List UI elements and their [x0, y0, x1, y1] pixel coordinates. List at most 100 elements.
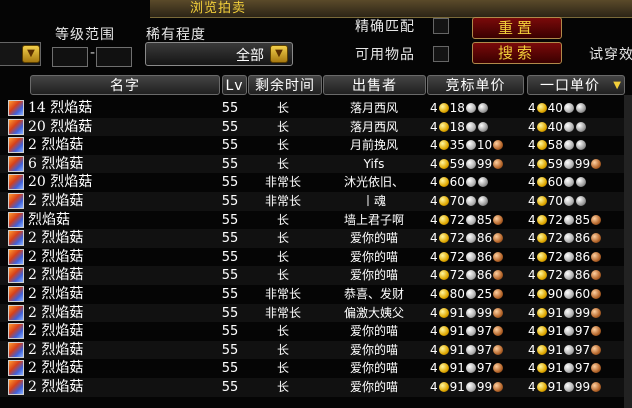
table-row[interactable]: 20 烈焰菇 55 长 落月西风 4 18 4 40: [0, 117, 632, 137]
time-left: 长: [276, 101, 289, 115]
seller-name: 爱你的喵: [349, 249, 398, 264]
item-name[interactable]: 2 烈焰菇: [28, 285, 83, 304]
fire-mushroom-icon[interactable]: [8, 286, 24, 302]
gold-coin-icon: [438, 158, 449, 169]
fire-mushroom-icon[interactable]: [8, 230, 24, 247]
time-left: 长: [276, 380, 289, 394]
chevron-down-icon[interactable]: ▼: [270, 45, 288, 63]
item-name[interactable]: 烈焰菇: [28, 211, 70, 230]
chevron-down-icon[interactable]: ▼: [22, 45, 40, 63]
copper-amount: 97: [574, 342, 591, 357]
fire-mushroom-icon[interactable]: [8, 174, 24, 191]
table-row[interactable]: 2 烈焰菇 55 长 爱你的喵 4 72 86 4 72 86: [0, 248, 632, 267]
item-name[interactable]: 2 烈焰菇: [28, 229, 83, 248]
table-row[interactable]: 2 烈焰菇 55 长 爱你的喵 4 72 86 4 72 86: [0, 266, 632, 285]
item-name[interactable]: 2 烈焰菇: [28, 192, 83, 211]
usable-items-checkbox[interactable]: [433, 46, 449, 62]
column-header-time[interactable]: 剩余时间: [248, 75, 322, 95]
table-row[interactable]: 2 烈焰菇 55 非常长 恭喜、发财 4 80 25 4 90 60: [0, 285, 632, 304]
item-name[interactable]: 2 烈焰菇: [28, 378, 83, 397]
item-name[interactable]: 6 烈焰菇: [28, 155, 83, 174]
column-header-bid[interactable]: 竞标单价: [427, 75, 524, 95]
min-level-input[interactable]: [52, 47, 88, 67]
gold-amount: 4: [430, 138, 438, 153]
fire-mushroom-icon[interactable]: [8, 248, 24, 265]
item-level: 55: [221, 342, 239, 358]
rarity-dropdown[interactable]: 全部 ▼: [145, 42, 293, 66]
copper-coin-icon: [591, 251, 602, 262]
left-dropdown[interactable]: ▼: [0, 42, 41, 66]
reset-button[interactable]: 重置: [472, 17, 562, 39]
item-name[interactable]: 14 烈焰菇: [28, 99, 92, 118]
item-name[interactable]: 2 烈焰菇: [28, 248, 83, 267]
item-name[interactable]: 2 烈焰菇: [28, 266, 83, 285]
silver-amount: 72: [449, 231, 465, 246]
gold-amount: 4: [430, 119, 438, 134]
silver-amount: 18: [449, 119, 465, 134]
table-row[interactable]: 6 烈焰菇 55 长 Yifs 4 59 99 4 59 99: [0, 154, 632, 174]
column-header-seller[interactable]: 出售者: [323, 75, 426, 95]
item-name[interactable]: 2 烈焰菇: [28, 341, 83, 360]
item-level: 55: [221, 194, 239, 209]
item-level: 55: [221, 101, 239, 116]
copper-coin-icon: [591, 382, 602, 392]
exact-match-checkbox[interactable]: [433, 18, 449, 34]
column-header-name[interactable]: 名字: [30, 75, 220, 95]
fire-mushroom-icon[interactable]: [8, 193, 24, 209]
item-name[interactable]: 2 烈焰菇: [28, 322, 83, 341]
table-row[interactable]: 烈焰菇 55 长 墙上君子啊 4 72 85 4 72 85: [0, 211, 632, 230]
time-left: 非常长: [264, 305, 301, 320]
table-row[interactable]: 2 烈焰菇 55 长 月前挽风 4 35 10 4 58: [0, 136, 632, 155]
time-left: 非常长: [264, 194, 301, 208]
gold-amount: 4: [430, 231, 438, 246]
item-name[interactable]: 20 烈焰菇: [28, 118, 92, 137]
fire-mushroom-icon[interactable]: [8, 100, 24, 116]
column-header-lv[interactable]: Lv: [222, 75, 247, 95]
item-name[interactable]: 20 烈焰菇: [28, 173, 92, 192]
scrollbar[interactable]: [624, 95, 632, 408]
gold-coin-icon: [438, 307, 449, 318]
gold-coin-icon: [438, 270, 449, 281]
gold-coin-icon: [536, 326, 547, 337]
search-button[interactable]: 搜索: [472, 42, 562, 64]
bid-price: 4 91 97: [430, 322, 520, 341]
table-row[interactable]: 2 烈焰菇 55 长 爱你的喵 4 91 97 4 91 97: [0, 340, 632, 360]
column-header-buyout[interactable]: 一口单价 ▼: [527, 75, 625, 95]
fire-mushroom-icon[interactable]: [8, 304, 24, 321]
time-left: 长: [276, 342, 289, 357]
fire-mushroom-icon[interactable]: [8, 137, 24, 154]
table-row[interactable]: 2 烈焰菇 55 长 爱你的喵 4 91 97 4 91 97: [0, 322, 632, 341]
table-row[interactable]: 2 烈焰菇 55 非常长 丨魂 4 70 4 70: [0, 192, 632, 211]
fire-mushroom-icon[interactable]: [8, 379, 24, 395]
seller-name: 爱你的喵: [349, 342, 398, 357]
silver-amount: 40: [547, 101, 563, 115]
table-row[interactable]: 2 烈焰菇 55 长 爱你的喵 4 91 99 4 91 99: [0, 378, 632, 397]
fire-mushroom-icon[interactable]: [8, 211, 24, 228]
fire-mushroom-icon[interactable]: [8, 341, 24, 358]
max-level-input[interactable]: [96, 47, 132, 67]
bid-price: 4 91 97: [430, 359, 520, 378]
item-name[interactable]: 2 烈焰菇: [28, 304, 83, 323]
fire-mushroom-icon[interactable]: [8, 155, 24, 172]
fire-mushroom-icon[interactable]: [8, 360, 24, 377]
gold-amount: 4: [528, 305, 536, 320]
fire-mushroom-icon[interactable]: [8, 323, 24, 340]
silver-coin-icon: [465, 382, 476, 392]
table-row[interactable]: 2 烈焰菇 55 非常长 偏激大姨父 4 91 99 4 91 99: [0, 303, 632, 323]
table-row[interactable]: 14 烈焰菇 55 长 落月西风 4 18 4 40: [0, 99, 632, 118]
table-row[interactable]: 2 烈焰菇 55 长 爱你的喵 4 91 97 4 91 97: [0, 359, 632, 378]
gold-coin-icon: [438, 251, 449, 262]
item-level: 55: [221, 287, 239, 302]
bid-price: 4 60: [430, 173, 520, 192]
gold-amount: 4: [528, 361, 536, 376]
table-row[interactable]: 2 烈焰菇 55 长 爱你的喵 4 72 86 4 72 86: [0, 229, 632, 248]
fire-mushroom-icon[interactable]: [8, 118, 24, 135]
table-row[interactable]: 20 烈焰菇 55 非常长 沐光依旧、 4 60 4 60: [0, 173, 632, 192]
copper-coin-icon: [591, 214, 602, 225]
fire-mushroom-icon[interactable]: [8, 267, 24, 284]
item-level: 55: [221, 231, 239, 247]
item-name[interactable]: 2 烈焰菇: [28, 136, 83, 155]
item-name[interactable]: 2 烈焰菇: [28, 359, 83, 378]
copper-coin-icon: [493, 233, 504, 244]
seller-name: 落月西风: [349, 101, 398, 115]
